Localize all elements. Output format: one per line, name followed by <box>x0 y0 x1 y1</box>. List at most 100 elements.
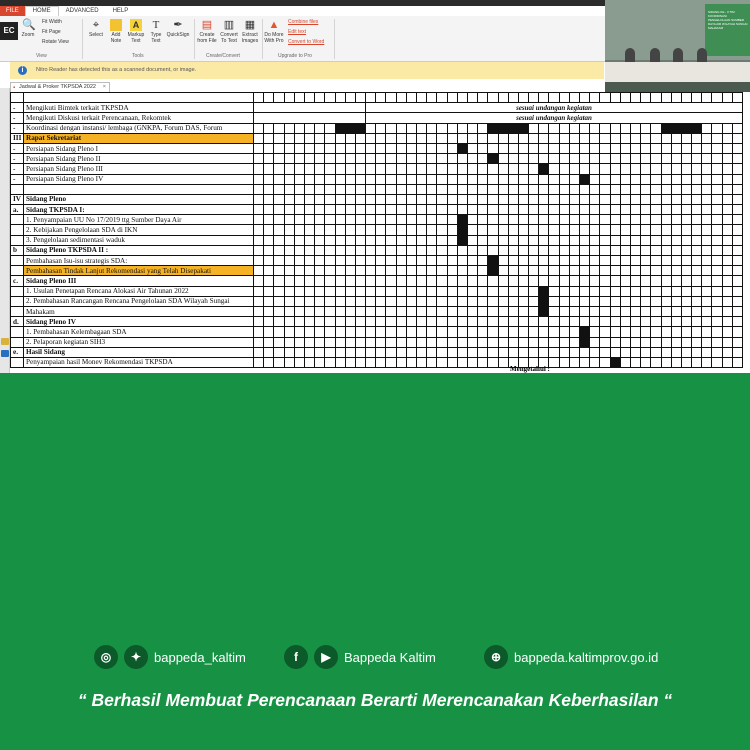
attachment-icon[interactable] <box>1 350 9 357</box>
facebook-youtube-handle[interactable]: f ▶ Bappeda Kaltim <box>284 643 436 671</box>
schedule-cell <box>609 92 621 104</box>
schedule-cell <box>721 326 733 338</box>
schedule-cell <box>701 316 713 328</box>
schedule-cell <box>365 254 377 267</box>
schedule-cell <box>680 204 693 216</box>
add-note-button[interactable]: Add Note <box>107 19 125 44</box>
schedule-cell <box>670 336 682 348</box>
schedule-cell <box>497 132 509 144</box>
schedule-cell <box>487 275 499 287</box>
schedule-cell <box>365 316 377 328</box>
schedule-cell <box>538 346 550 358</box>
schedule-row: - Persiapan Sidang Pleno II <box>10 153 744 165</box>
tab-help[interactable]: HELP <box>106 8 136 14</box>
schedule-cell <box>578 295 591 307</box>
instagram-twitter-handle[interactable]: ◎ ✦ bappeda_kaltim <box>94 643 246 671</box>
schedule-cell <box>344 295 356 307</box>
schedule-cell <box>711 214 723 226</box>
schedule-cell <box>629 265 642 277</box>
close-icon[interactable]: × <box>103 83 106 92</box>
tab-advanced[interactable]: ADVANCED <box>59 8 106 14</box>
schedule-cell <box>538 132 550 144</box>
schedule-cell <box>731 254 744 267</box>
schedule-cell <box>263 356 275 369</box>
schedule-cell <box>415 132 428 144</box>
schedule-row: 1. Pembahasan Kelembagaan SDA <box>10 326 744 338</box>
schedule-cell <box>609 346 621 358</box>
schedule-cell <box>395 122 407 134</box>
document-page[interactable]: - Mengikuti Bimtek terkait TKPSDA sesuai u… <box>10 92 750 373</box>
tab-home[interactable]: HOME <box>24 6 59 16</box>
schedule-cell <box>273 356 285 369</box>
schedule-cell <box>293 316 305 328</box>
schedule-cell <box>609 122 621 134</box>
rotate-view-button[interactable]: Rotate View <box>42 39 69 45</box>
schedule-cell <box>629 254 642 267</box>
schedule-cell <box>436 234 448 246</box>
quicksign-button[interactable]: ✒ QuickSign <box>166 19 190 38</box>
do-more-pro-button[interactable]: ▲ Do More With Pro <box>263 19 285 44</box>
schedule-cell <box>609 193 621 206</box>
convert-to-word-link[interactable]: Convert to Word <box>288 39 324 45</box>
convert-to-text-button[interactable]: ▥ Convert To Text <box>219 19 239 44</box>
schedule-cell <box>691 153 703 165</box>
schedule-cell <box>446 142 458 155</box>
schedule-cell <box>548 244 560 257</box>
schedule-cell <box>670 132 682 144</box>
fit-width-button[interactable]: Fit Width <box>42 19 62 25</box>
website-link[interactable]: ⊕ bappeda.kaltimprov.go.id <box>484 643 658 671</box>
schedule-cell <box>629 92 642 104</box>
edit-text-link[interactable]: Edit text <box>288 29 306 35</box>
schedule-cell <box>711 305 723 318</box>
meeting-table <box>605 62 750 82</box>
select-button[interactable]: ⌖ Select <box>86 19 106 38</box>
create-convert-group-label: Create/Convert <box>206 53 240 59</box>
create-from-file-button[interactable]: ▤ Create from File <box>196 19 218 44</box>
schedule-cell <box>731 204 744 216</box>
schedule-cell <box>426 163 438 175</box>
scheduled-cell <box>517 122 530 134</box>
schedule-cell <box>578 346 591 358</box>
extract-images-button[interactable]: ▦ Extract Images <box>240 19 260 44</box>
schedule-cell <box>528 234 540 246</box>
schedule-cell <box>446 265 458 277</box>
schedule-cell <box>446 285 458 297</box>
schedule-cell <box>252 234 265 246</box>
schedule-row: c. Sidang Pleno III <box>10 275 744 287</box>
schedule-cell <box>731 316 744 328</box>
schedule-cell <box>691 183 703 195</box>
schedule-cell <box>507 224 519 236</box>
schedule-cell <box>558 204 570 216</box>
row-number <box>10 285 24 297</box>
schedule-cell <box>314 92 326 104</box>
schedule-cell <box>303 254 316 267</box>
markup-text-button[interactable]: A Markup Text <box>126 19 146 44</box>
schedule-cell <box>365 244 377 257</box>
schedule-cell <box>487 183 499 195</box>
schedule-cell <box>293 356 305 369</box>
schedule-cell <box>568 326 581 338</box>
zoom-button[interactable]: 🔍 Zoom <box>20 19 36 38</box>
schedule-cell <box>395 193 407 206</box>
tab-file[interactable]: FILE <box>0 6 25 16</box>
schedule-cell <box>701 122 713 134</box>
document-tab[interactable]: ▪ Jadwal & Proker TKPSDA 2022 × <box>10 82 110 92</box>
schedule-cell <box>375 193 387 206</box>
schedule-cell <box>660 305 672 318</box>
scheduled-cell <box>456 142 468 155</box>
schedule-cell <box>548 316 560 328</box>
schedule-cell <box>548 122 560 134</box>
schedule-cell <box>477 285 489 297</box>
schedule-row: b Sidang Pleno TKPSDA II : <box>10 244 744 257</box>
schedule-cell <box>650 122 662 134</box>
combine-files-link[interactable]: Combine files <box>288 19 318 25</box>
schedule-cell <box>691 295 703 307</box>
activity-cell: Persiapan Sidang Pleno I <box>23 142 254 155</box>
schedule-cell <box>283 336 295 348</box>
fit-page-button[interactable]: Fit Page <box>42 29 61 35</box>
schedule-cell <box>446 132 458 144</box>
type-text-button[interactable]: T Type Text <box>148 19 164 44</box>
schedule-cell <box>314 193 326 206</box>
comment-icon[interactable] <box>1 338 9 345</box>
pdf-file-icon: ▤ <box>201 19 213 31</box>
